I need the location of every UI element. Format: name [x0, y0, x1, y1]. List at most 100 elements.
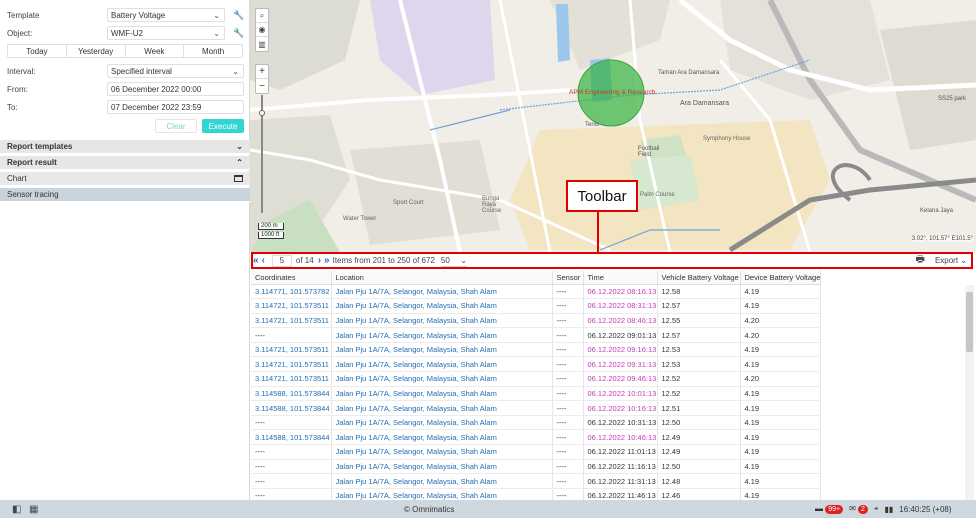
locate-icon[interactable]: ◉: [256, 23, 268, 37]
table-row[interactable]: ---- Jalan Pju 1A/7A, Selangor, Malaysia,…: [251, 488, 822, 500]
table-row[interactable]: 3.114771, 101.573782 Jalan Pju 1A/7A, Sel…: [251, 284, 822, 300]
template-select[interactable]: Battery Voltage ⌄: [107, 8, 225, 22]
cell-loc[interactable]: Jalan Pju 1A/7A, Selangor, Malaysia, Sha…: [331, 488, 553, 500]
clear-button[interactable]: Clear: [155, 119, 197, 133]
execute-button[interactable]: Execute: [202, 119, 244, 133]
print-icon[interactable]: 🖶: [915, 252, 924, 269]
cell-coord[interactable]: 3.114721, 101.573511: [251, 371, 332, 387]
cell-time: 06.12.2022 08:16:13: [583, 284, 658, 300]
callout-connector: [597, 212, 599, 253]
to-date-input[interactable]: 07 December 2022 23:59: [107, 100, 244, 114]
cell-loc[interactable]: Jalan Pju 1A/7A, Selangor, Malaysia, Sha…: [331, 415, 553, 431]
month-button[interactable]: Month: [184, 45, 242, 57]
table-row[interactable]: ---- Jalan Pju 1A/7A, Selangor, Malaysia,…: [251, 459, 822, 475]
column-header[interactable]: Coordinates: [251, 271, 332, 285]
cell-coord: ----: [251, 459, 332, 475]
interval-label: Interval:: [7, 67, 36, 76]
cell-coord[interactable]: 3.114721, 101.573511: [251, 342, 332, 358]
cell-loc[interactable]: Jalan Pju 1A/7A, Selangor, Malaysia, Sha…: [331, 298, 553, 314]
table-row[interactable]: 3.114721, 101.573511 Jalan Pju 1A/7A, Sel…: [251, 298, 822, 314]
cell-coord[interactable]: 3.114771, 101.573782: [251, 284, 332, 300]
panel-toggle-icon[interactable]: ◧: [12, 504, 21, 515]
book-icon[interactable]: ▮▮: [884, 505, 893, 514]
prev-page-icon[interactable]: ‹: [262, 255, 265, 266]
cell-loc[interactable]: Jalan Pju 1A/7A, Selangor, Malaysia, Sha…: [331, 313, 553, 329]
table-row[interactable]: ---- Jalan Pju 1A/7A, Selangor, Malaysia,…: [251, 327, 822, 343]
table-row[interactable]: 3.114721, 101.573511 Jalan Pju 1A/7A, Sel…: [251, 371, 822, 387]
cell-loc[interactable]: Jalan Pju 1A/7A, Selangor, Malaysia, Sha…: [331, 356, 553, 373]
export-button[interactable]: Export ⌄: [935, 256, 967, 265]
cell-loc[interactable]: Jalan Pju 1A/7A, Selangor, Malaysia, Sha…: [331, 473, 553, 489]
cell-loc[interactable]: Jalan Pju 1A/7A, Selangor, Malaysia, Sha…: [331, 429, 553, 446]
today-button[interactable]: Today: [8, 45, 67, 57]
table-row[interactable]: 3.114588, 101.573844 Jalan Pju 1A/7A, Sel…: [251, 400, 822, 416]
cell-loc[interactable]: Jalan Pju 1A/7A, Selangor, Malaysia, Sha…: [331, 400, 553, 416]
cell-loc[interactable]: Jalan Pju 1A/7A, Selangor, Malaysia, Sha…: [331, 327, 553, 343]
column-header[interactable]: Sensor: [552, 271, 584, 285]
table-row[interactable]: ---- Jalan Pju 1A/7A, Selangor, Malaysia,…: [251, 473, 822, 489]
next-page-icon[interactable]: ›: [318, 255, 321, 266]
section-report-result[interactable]: Report result ⌃: [0, 156, 250, 170]
table-row[interactable]: 3.114721, 101.573511 Jalan Pju 1A/7A, Sel…: [251, 356, 822, 373]
table-row[interactable]: ---- Jalan Pju 1A/7A, Selangor, Malaysia,…: [251, 444, 822, 460]
gps-icon[interactable]: ⌖: [874, 504, 879, 514]
table-row[interactable]: 3.114721, 101.573511 Jalan Pju 1A/7A, Sel…: [251, 342, 822, 358]
result-item-sensor-tracing[interactable]: Sensor tracing: [0, 188, 250, 202]
result-item-chart[interactable]: Chart: [0, 172, 250, 186]
column-header[interactable]: Device Battery Voltage: [740, 271, 822, 285]
cell-loc[interactable]: Jalan Pju 1A/7A, Selangor, Malaysia, Sha…: [331, 444, 553, 460]
wrench-icon[interactable]: 🔧: [233, 10, 244, 21]
column-header[interactable]: Vehicle Battery Voltage: [657, 271, 741, 285]
section-report-templates[interactable]: Report templates ⌄: [0, 140, 250, 154]
page-size-select[interactable]: 50 ⌄: [440, 255, 467, 267]
cell-coord[interactable]: 3.114721, 101.573511: [251, 356, 332, 373]
notifications-button[interactable]: ▬ 99+: [815, 504, 844, 514]
cell-coord[interactable]: 3.114588, 101.573844: [251, 429, 332, 446]
zoom-out-button[interactable]: −: [256, 79, 268, 93]
cell-coord[interactable]: 3.114721, 101.573511: [251, 313, 332, 329]
layers-icon[interactable]: ▥: [256, 37, 268, 51]
messages-button[interactable]: ✉ 2: [849, 504, 868, 514]
chart-toggle-icon[interactable]: [234, 175, 243, 182]
yesterday-button[interactable]: Yesterday: [67, 45, 126, 57]
zoom-in-button[interactable]: +: [256, 65, 268, 79]
column-header[interactable]: Location: [331, 271, 553, 285]
cell-loc[interactable]: Jalan Pju 1A/7A, Selangor, Malaysia, Sha…: [331, 342, 553, 358]
cell-dbv: 4.19: [740, 386, 822, 402]
cell-sensor: ----: [552, 429, 584, 446]
cell-dbv: 4.19: [740, 459, 822, 475]
column-header[interactable]: Time: [583, 271, 658, 285]
scrollbar-thumb[interactable]: [966, 292, 973, 352]
first-page-icon[interactable]: «: [253, 255, 259, 266]
week-button[interactable]: Week: [126, 45, 185, 57]
cell-coord[interactable]: 3.114721, 101.573511: [251, 298, 332, 314]
object-select[interactable]: WMF-U2 ⌄: [107, 26, 225, 40]
table-scrollbar[interactable]: [965, 285, 974, 500]
zoom-controls: + −: [255, 64, 269, 94]
cell-time: 06.12.2022 08:31:13: [583, 298, 658, 314]
last-page-icon[interactable]: »: [324, 255, 330, 266]
map-label: Water Tower: [343, 216, 377, 222]
search-icon[interactable]: ⌕: [256, 9, 268, 23]
zoom-slider-handle[interactable]: [259, 110, 265, 116]
cell-loc[interactable]: Jalan Pju 1A/7A, Selangor, Malaysia, Sha…: [331, 459, 553, 475]
cell-coord[interactable]: 3.114588, 101.573844: [251, 400, 332, 416]
section-title: Report result: [7, 158, 57, 167]
cell-dbv: 4.19: [740, 444, 822, 460]
cell-loc[interactable]: Jalan Pju 1A/7A, Selangor, Malaysia, Sha…: [331, 371, 553, 387]
from-date-input[interactable]: 06 December 2022 00:00: [107, 82, 244, 96]
table-row[interactable]: 3.114588, 101.573844 Jalan Pju 1A/7A, Sel…: [251, 386, 822, 402]
map-view[interactable]: APM Engineering & Research Ara Damansara…: [250, 0, 976, 252]
page-input[interactable]: 5: [271, 254, 292, 267]
grid-menu-icon[interactable]: ▦: [29, 504, 38, 515]
table-row[interactable]: 3.114721, 101.573511 Jalan Pju 1A/7A, Sel…: [251, 313, 822, 329]
wrench-icon[interactable]: 🔧: [233, 28, 244, 39]
cell-loc[interactable]: Jalan Pju 1A/7A, Selangor, Malaysia, Sha…: [331, 386, 553, 402]
cell-dbv: 4.19: [740, 400, 822, 416]
cell-loc[interactable]: Jalan Pju 1A/7A, Selangor, Malaysia, Sha…: [331, 284, 553, 300]
table-row[interactable]: ---- Jalan Pju 1A/7A, Selangor, Malaysia,…: [251, 415, 822, 431]
copyright: © Omnimatics: [404, 504, 455, 514]
table-row[interactable]: 3.114588, 101.573844 Jalan Pju 1A/7A, Sel…: [251, 429, 822, 446]
interval-select[interactable]: Specified interval ⌄: [107, 64, 244, 78]
cell-coord[interactable]: 3.114588, 101.573844: [251, 386, 332, 402]
